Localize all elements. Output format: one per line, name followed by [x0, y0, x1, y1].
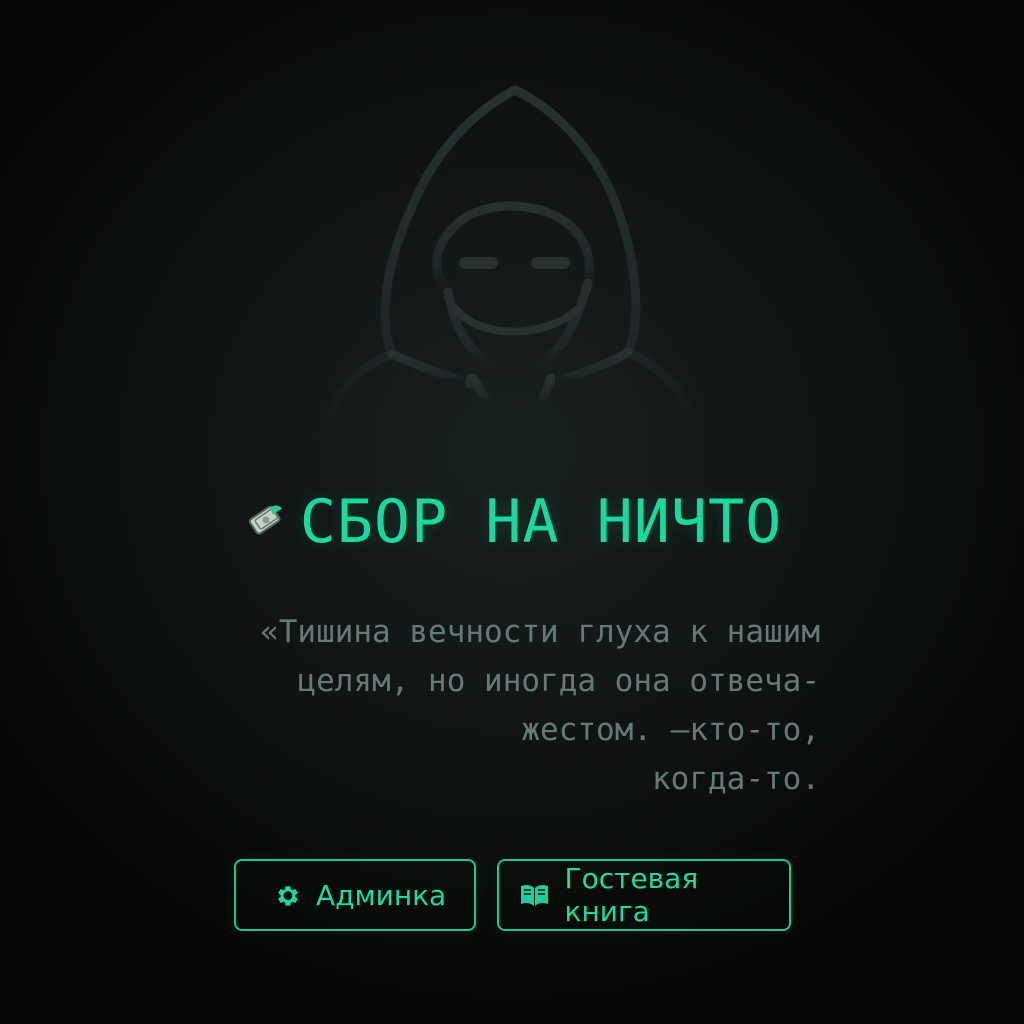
quote-block: «Тишина вечности глуха к нашим целям, но… [180, 608, 820, 804]
admin-button[interactable]: Админка [234, 859, 476, 931]
hooded-figure-icon [317, 85, 704, 450]
quote-line: жестом. —кто-то, [521, 712, 820, 748]
book-icon [519, 879, 551, 911]
quote-line: когда-то. [652, 761, 820, 797]
page-title: СБОР НА НИЧТО [0, 482, 1024, 562]
money-note-icon [242, 498, 290, 546]
guestbook-button[interactable]: Гостевая книга [497, 859, 791, 931]
guestbook-button-label: Гостевая книга [564, 862, 699, 928]
hero-illustration [0, 60, 1024, 480]
quote-line: «Тишина вечности глуха к нашим [260, 614, 820, 650]
action-buttons: Админка Гостевая книга [0, 859, 1024, 933]
gear-icon [270, 879, 302, 911]
title-text: СБОР НА НИЧТО [299, 487, 783, 557]
quote-line: целям, но иногда она отвеча- [297, 663, 820, 699]
admin-button-label: Админка [316, 878, 447, 912]
